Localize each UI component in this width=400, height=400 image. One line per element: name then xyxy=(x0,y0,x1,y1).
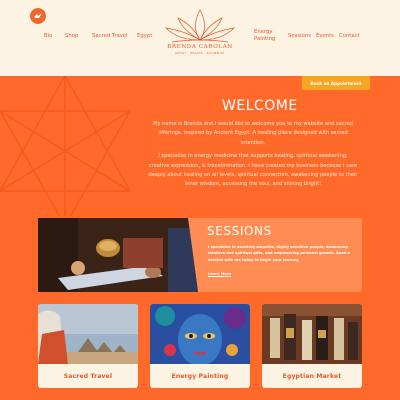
brand-name: BRENDA CAROLAN xyxy=(167,44,233,50)
lotus-logo-icon[interactable] xyxy=(160,6,240,66)
nav-bio[interactable]: Bio xyxy=(44,33,52,40)
nav-contact[interactable]: Contact xyxy=(339,33,360,40)
card-label-egyptian-market: Egyptian Market xyxy=(282,372,342,380)
merkaba-star-icon xyxy=(0,76,132,226)
welcome-text: My name is Brenda and I would like to we… xyxy=(148,120,358,194)
nav-energy-painting[interactable]: Energy Painting xyxy=(254,29,278,43)
bird-icon xyxy=(34,13,42,18)
card-energy-painting[interactable]: Energy Painting xyxy=(150,304,250,388)
book-appointment-button[interactable]: Book an Appointment xyxy=(302,76,370,90)
card-sacred-travel[interactable]: Sacred Travel xyxy=(38,304,138,388)
card-label-sacred-travel: Sacred Travel xyxy=(63,372,113,380)
card-egyptian-market[interactable]: Egyptian Market xyxy=(262,304,362,388)
nav-shop[interactable]: Shop xyxy=(65,33,78,40)
brand-tagline: ARTIST · HEALER · ALCHEMIST xyxy=(175,52,225,55)
welcome-paragraph-1: My name is Brenda and I would like to we… xyxy=(153,121,353,146)
learn-more-link[interactable]: Learn More xyxy=(208,272,231,276)
nav-sacred-travel[interactable]: Sacred Travel xyxy=(92,33,128,40)
nav-egypt[interactable]: Egypt xyxy=(137,33,152,40)
site-header: Bio Shop Sacred Travel Egypt Energy Pain… xyxy=(0,0,400,76)
card-label-energy-painting: Energy Painting xyxy=(171,372,229,380)
welcome-title: WELCOME xyxy=(222,98,298,114)
sacred-travel-photo xyxy=(38,304,138,364)
welcome-paragraph-2: I specialize in energy medicine that sup… xyxy=(148,153,358,188)
sessions-text: I specialize in assisting empaths, highl… xyxy=(208,245,350,262)
nav-sessions[interactable]: Sessions xyxy=(288,33,311,40)
nav-events[interactable]: Events xyxy=(316,33,334,40)
sessions-title: SESSIONS xyxy=(207,224,272,238)
egyptian-market-photo xyxy=(262,304,362,364)
energy-painting-photo xyxy=(150,304,250,364)
logo-badge[interactable] xyxy=(30,8,46,24)
sessions-photo xyxy=(38,218,198,292)
